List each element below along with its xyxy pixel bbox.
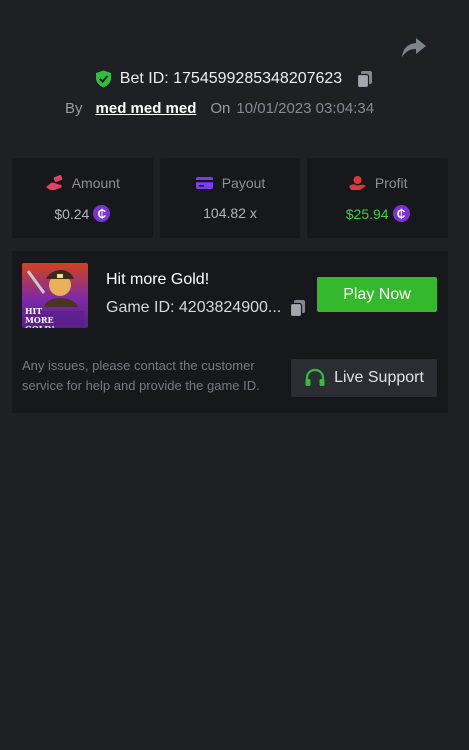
game-card: HIT MORE GOLD! Hit more Gold! Game ID: 4… — [12, 251, 448, 413]
bet-meta-row: By med med med On 10/01/2023 03:04:34 — [65, 97, 374, 119]
copy-icon[interactable] — [356, 70, 374, 88]
headset-icon — [305, 368, 325, 386]
stat-value: 104.82 x — [203, 205, 257, 221]
stat-label: Payout — [221, 175, 266, 191]
game-title: Hit more Gold! — [106, 271, 210, 288]
stat-label: Amount — [71, 175, 120, 191]
coin-icon: ₵ — [93, 205, 111, 222]
bet-stats: Amount $0.24 ₵ Payout 104.82 x Profit $2… — [12, 158, 449, 238]
play-now-button[interactable]: Play Now — [317, 277, 437, 312]
stat-profit: Profit $25.94 ₵ — [307, 158, 449, 238]
bet-hand-icon — [45, 175, 63, 190]
stat-value: $0.24 — [54, 205, 90, 222]
game-id-row: Game ID: 4203824900... — [106, 299, 307, 317]
profit-hand-icon — [348, 176, 366, 190]
live-support-button[interactable]: Live Support — [291, 359, 437, 397]
coin-icon: ₵ — [392, 205, 410, 222]
by-label: By — [65, 99, 83, 117]
shield-check-icon — [95, 70, 111, 88]
copy-icon[interactable] — [289, 299, 307, 317]
game-thumbnail-text: HIT MORE GOLD! — [25, 306, 55, 329]
live-support-label: Live Support — [334, 369, 424, 386]
game-thumbnail[interactable]: HIT MORE GOLD! — [22, 263, 88, 328]
stat-payout: Payout 104.82 x — [159, 158, 301, 238]
bet-id-row: Bet ID: 1754599285348207623 — [0, 68, 469, 90]
stat-value: $25.94 — [345, 205, 389, 222]
support-info-text: Any issues, please contact the customer … — [22, 358, 260, 393]
wallet-card-icon — [195, 177, 213, 189]
share-icon[interactable] — [401, 36, 427, 58]
stat-label: Profit — [374, 175, 408, 191]
bet-id: Bet ID: 1754599285348207623 — [119, 70, 343, 87]
game-id: Game ID: 4203824900... — [106, 299, 282, 316]
on-label: On — [210, 99, 231, 117]
username-link[interactable]: med med med — [96, 100, 197, 117]
stat-amount: Amount $0.24 ₵ — [12, 158, 153, 238]
bet-date: 10/01/2023 03:04:34 — [236, 99, 375, 117]
